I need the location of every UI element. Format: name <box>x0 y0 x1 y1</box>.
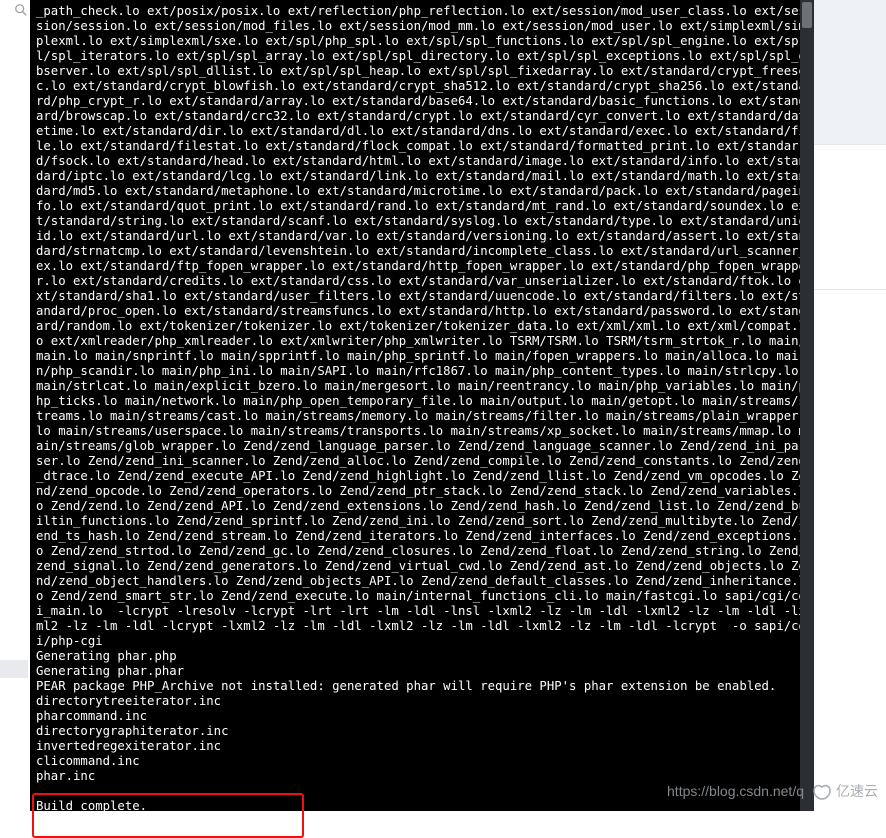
terminal-line: pharcommand.inc <box>36 709 147 723</box>
page-left-tab <box>0 660 28 678</box>
margin-segment <box>814 0 886 145</box>
terminal-line: Generating phar.phar <box>36 664 184 678</box>
terminal-scrollbar[interactable] <box>800 0 814 811</box>
terminal-line: PEAR package PHP_Archive not installed: … <box>36 679 776 693</box>
terminal-line: invertedregexiterator.inc <box>36 739 221 753</box>
terminal-line: phar.inc <box>36 769 95 783</box>
terminal-line: Don't forget to run 'make test'. <box>36 814 273 828</box>
terminal-window: _path_check.lo ext/posix/posix.lo ext/re… <box>30 0 814 811</box>
page-right-margin <box>813 0 886 811</box>
terminal-line: Generating phar.php <box>36 649 177 663</box>
terminal-output: _path_check.lo ext/posix/posix.lo ext/re… <box>36 4 808 829</box>
compile-objects-block: _path_check.lo ext/posix/posix.lo ext/re… <box>36 4 806 648</box>
search-icon <box>14 3 28 17</box>
scrollbar-thumb[interactable] <box>802 2 812 28</box>
terminal-line: directorygraphiterator.inc <box>36 724 229 738</box>
terminal-line: directorytreeiterator.inc <box>36 694 221 708</box>
terminal-line: clicommand.inc <box>36 754 140 768</box>
margin-segment <box>814 145 886 290</box>
